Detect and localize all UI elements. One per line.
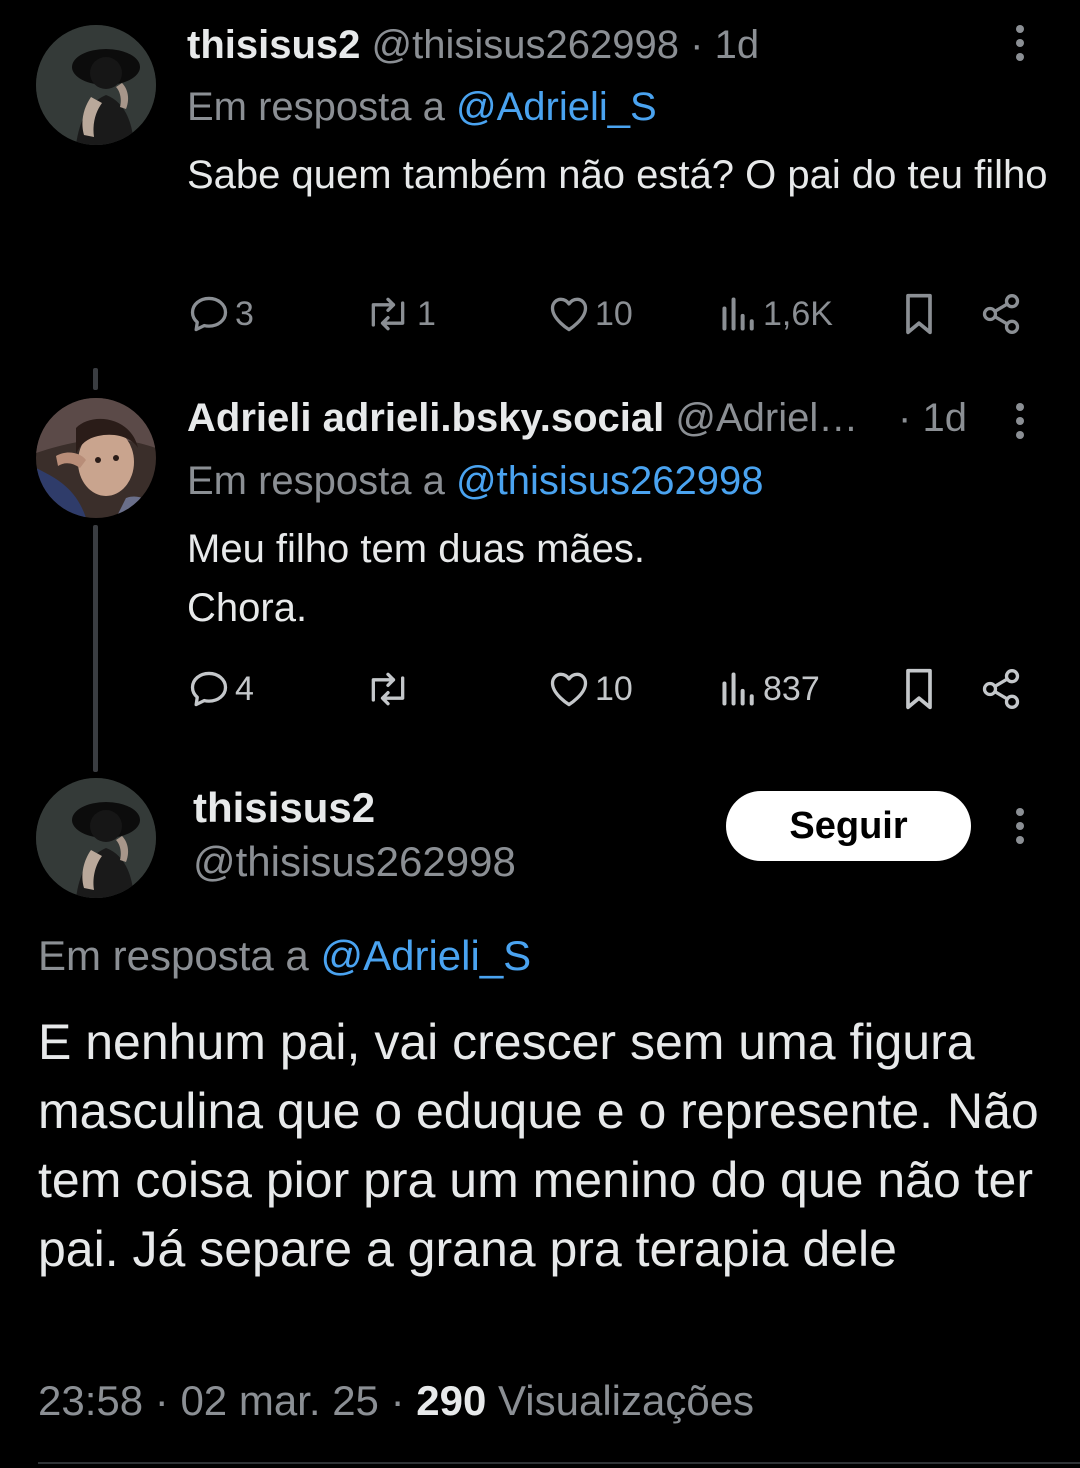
thread-connector-line: [93, 525, 98, 772]
share-icon: [982, 294, 1020, 334]
avatar[interactable]: [36, 398, 156, 518]
avatar-woman-portrait-icon: [36, 398, 156, 518]
reply-prefix: Em resposta a: [187, 85, 445, 129]
bookmark-icon: [906, 668, 932, 710]
more-options-icon[interactable]: [1005, 801, 1035, 851]
views-count: 290: [416, 1377, 487, 1424]
display-name[interactable]: Adrieli adrieli.bsky.social: [187, 396, 664, 440]
separator: ·: [898, 396, 912, 440]
reply-button[interactable]: 4: [187, 659, 254, 719]
share-button[interactable]: [979, 659, 1023, 719]
timestamp[interactable]: 1d: [715, 23, 760, 67]
like-count: 10: [595, 669, 633, 708]
timestamp[interactable]: 1d: [922, 396, 967, 440]
display-name[interactable]: thisisus2: [187, 23, 360, 67]
display-name[interactable]: thisisus2: [193, 780, 375, 836]
views-icon: [722, 672, 754, 706]
reply-context: Em resposta a @Adrieli_S: [38, 928, 531, 984]
post-text: E nenhum pai, vai crescer sem uma figura…: [38, 1014, 1039, 1277]
more-options-icon[interactable]: [1005, 18, 1035, 68]
action-bar: 4 10 837: [187, 659, 1030, 719]
bookmark-icon: [906, 293, 932, 335]
bookmark-button[interactable]: [897, 659, 941, 719]
repost-button[interactable]: 1: [363, 284, 436, 344]
like-icon: [550, 297, 588, 332]
avatar-dark-figure-icon: [36, 778, 156, 898]
handle[interactable]: @thisisus262998: [372, 23, 679, 67]
views-button[interactable]: 1,6K: [719, 284, 833, 344]
like-count: 10: [595, 294, 633, 333]
reply-icon: [190, 296, 228, 332]
separator: ·: [390, 1377, 405, 1424]
divider: [38, 1462, 1080, 1464]
reply-to-link[interactable]: @thisisus262998: [456, 459, 763, 503]
handle[interactable]: @thisisus262998: [193, 834, 516, 890]
like-button[interactable]: 10: [547, 659, 633, 719]
bookmark-button[interactable]: [897, 284, 941, 344]
separator: ·: [690, 23, 704, 67]
action-bar: 3 1 10 1,6K: [187, 284, 1030, 344]
like-button[interactable]: 10: [547, 284, 633, 344]
avatar[interactable]: [36, 778, 156, 898]
post-text: Meu filho tem duas mães. Chora.: [187, 527, 645, 630]
post-text: Sabe quem também não está? O pai do teu …: [187, 153, 1048, 197]
reply-button[interactable]: 3: [187, 284, 254, 344]
views-icon: [722, 297, 754, 331]
thread-connector-line: [93, 368, 98, 390]
reply-to-link[interactable]: @Adrieli_S: [320, 932, 531, 979]
views-button[interactable]: 837: [719, 659, 820, 719]
post-header: thisisus2 @thisisus262998 · 1d: [187, 20, 980, 70]
repost-icon: [371, 297, 405, 331]
like-icon: [550, 672, 588, 707]
reply-prefix: Em resposta a: [187, 459, 445, 503]
views-count: 837: [763, 669, 820, 708]
reply-prefix: Em resposta a: [38, 932, 309, 979]
reply-icon: [190, 671, 228, 707]
follow-button[interactable]: Seguir: [726, 791, 971, 861]
handle[interactable]: @Adriel…: [675, 396, 858, 440]
avatar[interactable]: [36, 25, 156, 145]
reply-count: 4: [235, 669, 254, 708]
separator: ·: [154, 1377, 169, 1424]
post-time: · 1d: [898, 393, 967, 443]
repost-count: 1: [417, 294, 436, 333]
repost-button[interactable]: [363, 659, 413, 719]
repost-icon: [371, 672, 405, 706]
post-date: 02 mar. 25: [180, 1377, 379, 1424]
reply-count: 3: [235, 294, 254, 333]
reply-to-link[interactable]: @Adrieli_S: [456, 85, 657, 129]
share-icon: [982, 669, 1020, 709]
post-meta: 23:58 · 02 mar. 25 · 290 Visualizações: [38, 1372, 754, 1430]
post-header: Adrieli adrieli.bsky.social @Adriel…: [187, 393, 950, 443]
post-time: 23:58: [38, 1377, 144, 1424]
more-options-icon[interactable]: [1005, 396, 1035, 446]
views-count: 1,6K: [763, 294, 833, 333]
avatar-dark-figure-icon: [36, 25, 156, 145]
views-label: Visualizações: [498, 1377, 755, 1424]
share-button[interactable]: [979, 284, 1023, 344]
reply-context: Em resposta a @Adrieli_S: [187, 82, 657, 132]
reply-context: Em resposta a @thisisus262998: [187, 456, 763, 506]
